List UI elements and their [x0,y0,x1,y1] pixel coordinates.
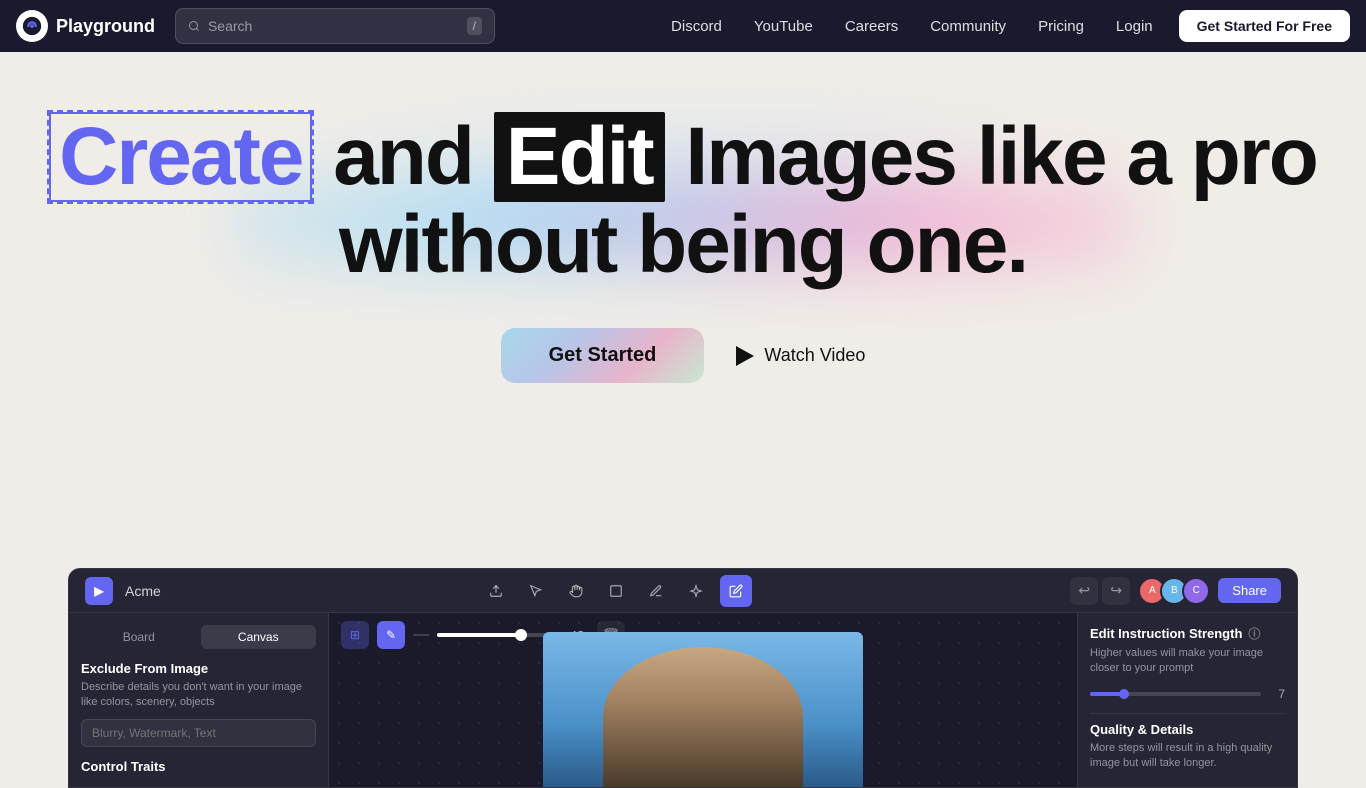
app-logo-small: ▶ [85,577,113,605]
es-separator: — [413,626,429,644]
panel-divider [1090,713,1285,714]
strength-value: 7 [1269,687,1285,701]
app-canvas[interactable]: ⊞ ✎ — 48 🗑 [329,613,1077,787]
headline-and: and [312,111,493,202]
exclude-input[interactable] [81,719,316,747]
get-started-button[interactable]: Get Started For Free [1179,10,1350,42]
toolbar-pen-icon[interactable] [640,575,672,607]
app-toolbar-right: ↩ ↪ A B C Share [1070,577,1281,605]
es-slider-thumb [515,629,527,641]
strength-info-icon: ⓘ [1248,625,1260,642]
toolbar-cursor-icon[interactable] [520,575,552,607]
share-button[interactable]: Share [1218,578,1281,603]
strength-slider-thumb [1119,689,1129,699]
collaborator-avatars: A B C [1138,577,1210,605]
toolbar-frame-icon[interactable] [600,575,632,607]
nav-login[interactable]: Login [1102,12,1167,41]
nav-youtube[interactable]: YouTube [740,12,827,41]
toolbar-upload-icon[interactable] [480,575,512,607]
app-toolbar-center [480,575,752,607]
sidebar-tabs: Board Canvas [81,625,316,649]
hero-headline: Create and Edit Images like a pro withou… [33,112,1333,288]
es-slider-fill [437,633,521,637]
nav-community[interactable]: Community [916,12,1020,41]
search-icon [188,19,200,33]
nav-discord[interactable]: Discord [657,12,736,41]
tab-canvas[interactable]: Canvas [201,625,317,649]
watch-video-label: Watch Video [764,345,865,366]
logo-link[interactable]: Playground [16,10,155,42]
app-titlebar: ▶ Acme [69,569,1297,613]
hero-get-started-button[interactable]: Get Started [501,328,705,383]
tab-board[interactable]: Board [81,625,197,649]
strength-panel-desc: Higher values will make your image close… [1090,646,1285,677]
undo-button[interactable]: ↩ [1070,577,1098,605]
logo-text: Playground [56,16,155,37]
app-right-panel: Edit Instruction Strength ⓘ Higher value… [1077,613,1297,787]
portrait-figure [603,647,803,787]
app-screenshot: ▶ Acme [68,568,1298,788]
canvas-portrait-image [543,632,863,787]
headline-edit: Edit [494,112,665,202]
nav-careers[interactable]: Careers [831,12,912,41]
control-traits-title: Control Traits [81,759,316,774]
toolbar-edit-icon[interactable] [720,575,752,607]
undo-redo-group: ↩ ↪ [1070,577,1130,605]
app-body: Board Canvas Exclude From Image Describe… [69,613,1297,787]
search-shortcut: / [467,17,482,35]
quality-panel-title: Quality & Details [1090,722,1285,737]
strength-slider[interactable] [1090,692,1261,696]
exclude-from-image-desc: Describe details you don't want in your … [81,680,316,711]
toolbar-hand-icon[interactable] [560,575,592,607]
watch-video-button[interactable]: Watch Video [736,345,865,366]
hero-content: Create and Edit Images like a pro withou… [0,52,1366,383]
headline-create: Create [49,112,312,202]
search-input[interactable] [208,18,459,34]
nav-pricing[interactable]: Pricing [1024,12,1098,41]
hero-section: Create and Edit Images like a pro withou… [0,52,1366,768]
toolbar-magic-icon[interactable] [680,575,712,607]
exclude-from-image-title: Exclude From Image [81,661,316,676]
avatar-3: C [1182,577,1210,605]
hero-cta: Get Started Watch Video [20,328,1346,383]
search-bar[interactable]: / [175,8,495,44]
redo-button[interactable]: ↪ [1102,577,1130,605]
app-title: Acme [125,583,161,599]
es-slider[interactable] [437,633,557,637]
quality-panel-desc: More steps will result in a high quality… [1090,741,1285,772]
es-brush-icon[interactable]: ✎ [377,621,405,649]
play-icon [736,346,754,366]
strength-slider-row: 7 [1090,687,1285,701]
app-sidebar: Board Canvas Exclude From Image Describe… [69,613,329,787]
navbar: Playground / Discord YouTube Careers Com… [0,0,1366,52]
nav-links: Discord YouTube Careers Community Pricin… [657,10,1350,42]
strength-panel-title: Edit Instruction Strength ⓘ [1090,625,1285,642]
logo-icon [16,10,48,42]
es-grid-icon[interactable]: ⊞ [341,621,369,649]
